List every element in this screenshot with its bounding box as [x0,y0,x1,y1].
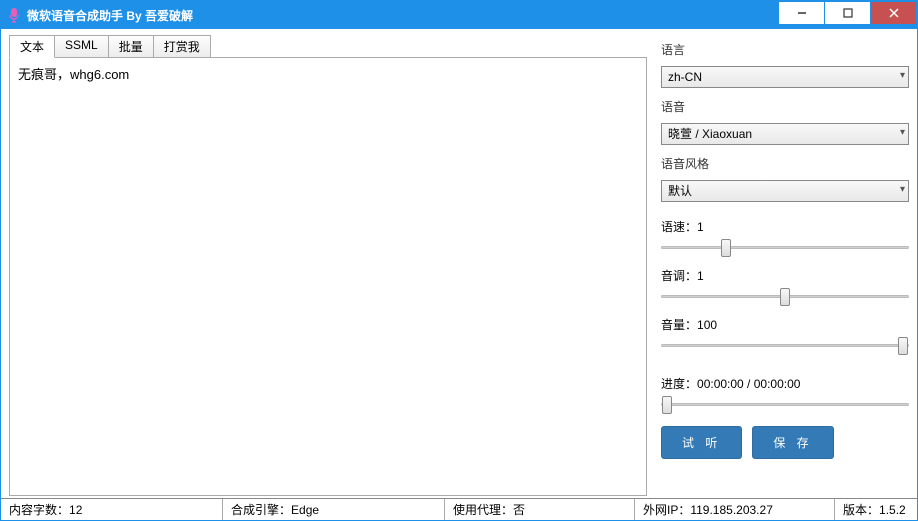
status-proxy: 使用代理：否 [445,499,635,520]
close-button[interactable] [871,2,916,24]
tab-batch[interactable]: 批量 [108,35,154,57]
left-panel: 文本 SSML 批量 打赏我 无痕哥，whg6.com [9,35,647,496]
status-chars: 内容字数：12 [1,499,223,520]
progress-label: 进度：00:00:00 / 00:00:00 [661,375,909,392]
content-area: 文本 SSML 批量 打赏我 无痕哥，whg6.com 语言 zh-CN ▾ 语… [1,29,917,520]
tab-ssml[interactable]: SSML [54,35,109,57]
language-label: 语言 [661,41,909,58]
pitch-label: 音调：1 [661,267,909,284]
volume-slider[interactable] [661,343,909,347]
style-select[interactable]: 默认 [661,180,909,202]
text-input[interactable]: 无痕哥，whg6.com [10,58,646,495]
voice-select[interactable]: 晓萱 / Xiaoxuan [661,123,909,145]
listen-button[interactable]: 试 听 [661,426,742,459]
style-label: 语音风格 [661,155,909,172]
right-panel: 语言 zh-CN ▾ 语音 晓萱 / Xiaoxuan ▾ 语音风格 默认 ▾ … [661,35,909,496]
pitch-slider[interactable] [661,294,909,298]
progress-slider[interactable] [661,402,909,406]
speed-slider[interactable] [661,245,909,249]
app-window: 微软语音合成助手 By 吾爱破解 文本 SSML 批量 打赏我 无痕哥，whg6… [0,0,918,521]
tab-text[interactable]: 文本 [9,35,55,58]
volume-label: 音量：100 [661,316,909,333]
status-version: 版本：1.5.2 [835,499,917,520]
voice-label: 语音 [661,98,909,115]
tab-bar: 文本 SSML 批量 打赏我 [9,35,647,57]
status-bar: 内容字数：12 合成引擎：Edge 使用代理：否 外网IP：119.185.20… [1,498,917,520]
app-icon [7,6,21,24]
maximize-button[interactable] [825,2,870,24]
status-ip: 外网IP：119.185.203.27 [635,499,835,520]
titlebar[interactable]: 微软语音合成助手 By 吾爱破解 [1,1,917,29]
tab-donate[interactable]: 打赏我 [153,35,211,57]
speed-label: 语速：1 [661,218,909,235]
language-select[interactable]: zh-CN [661,66,909,88]
window-title: 微软语音合成助手 By 吾爱破解 [27,7,193,24]
minimize-button[interactable] [779,2,824,24]
status-engine: 合成引擎：Edge [223,499,445,520]
save-button[interactable]: 保 存 [752,426,833,459]
